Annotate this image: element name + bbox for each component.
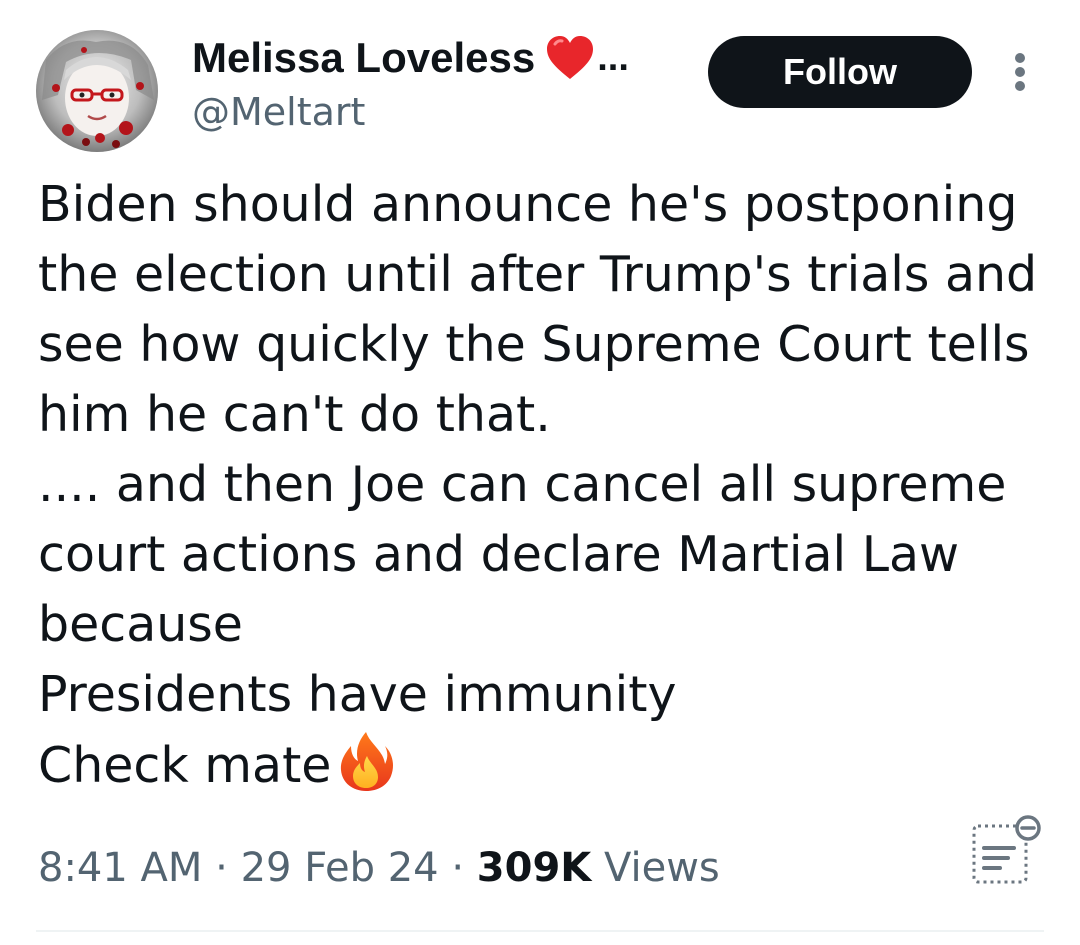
tweet-line: the election until after Trump's trials … [38,246,1038,303]
avatar-photo-icon [36,30,158,152]
heart-icon [547,36,594,79]
tweet-time[interactable]: 8:41 AM [38,845,202,891]
views-count: 309K [476,845,592,891]
divider [36,930,1044,932]
tweet-line: because [38,596,243,653]
more-vertical-icon[interactable] [1006,50,1034,94]
name-truncation-ellipsis: ... [597,37,629,79]
tweet-last-line: Check mate [38,730,1048,801]
tweet-header: Melissa Loveless ... @Meltart Follow [0,0,1080,160]
follow-button[interactable]: Follow [708,36,972,108]
fire-icon [341,732,394,791]
tweet-line: Presidents have immunity [38,666,677,723]
author-name-row[interactable]: Melissa Loveless ... [192,32,672,84]
tweet-line: Biden should announce he's postponing [38,176,1018,233]
author-display-name[interactable]: Melissa Loveless [192,32,535,84]
tweet-text: Biden should announce he's postponing th… [38,170,1048,801]
author-info: Melissa Loveless ... @Meltart [192,32,672,136]
tweet-line: Check mate [38,737,332,794]
analytics-icon[interactable] [968,812,1044,888]
meta-separator: · [202,845,241,891]
tweet-line: him he can't do that. [38,386,551,443]
tweet-line: see how quickly the Supreme Court tells [38,316,1030,373]
tweet-line: .... and then Joe can cancel all supreme [38,456,1007,513]
tweet-meta: 8:41 AM · 29 Feb 24 · 309K Views [38,838,720,898]
tweet-line: court actions and declare Martial Law [38,526,960,583]
tweet-date[interactable]: 29 Feb 24 [241,845,439,891]
avatar[interactable] [36,30,158,152]
views-label: Views [604,845,720,891]
meta-separator: · [438,845,477,891]
author-handle[interactable]: @Meltart [192,88,672,136]
